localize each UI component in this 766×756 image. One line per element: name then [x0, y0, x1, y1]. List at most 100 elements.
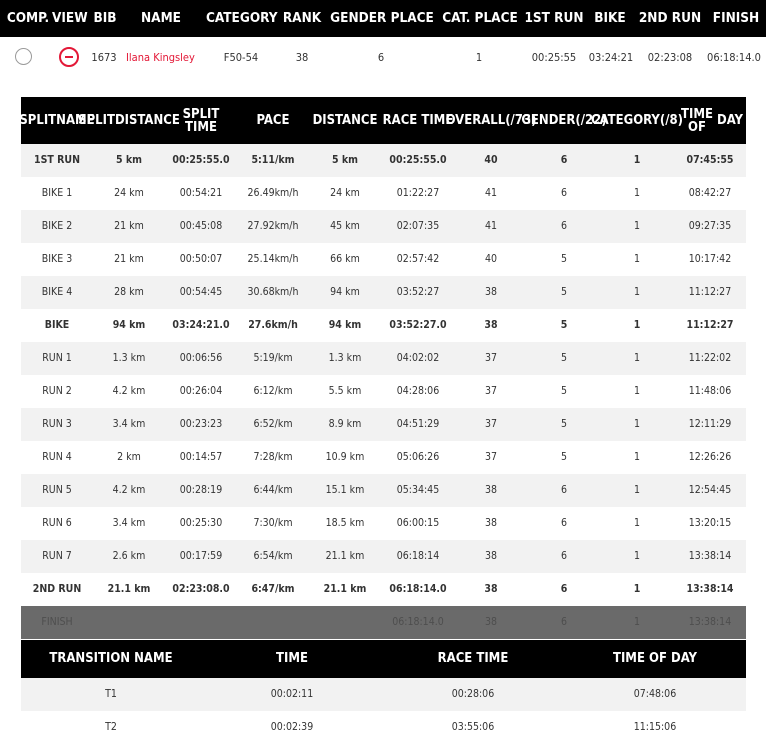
transition-time: 00:02:11	[270, 688, 314, 700]
split-name: FINISH	[41, 616, 73, 628]
split-overall: 41	[484, 187, 498, 199]
column-header-transition-time-of-day: TIME OF DAY	[612, 651, 698, 666]
split-race-time: 01:22:27	[396, 187, 440, 199]
split-distance: 5.5 km	[328, 385, 362, 397]
split-overall: 37	[484, 385, 498, 397]
split-name: BIKE 4	[41, 286, 73, 298]
column-header-name: NAME	[141, 10, 181, 26]
split-race-time: 03:52:27.0	[389, 319, 447, 331]
split-pace: 6:47/km	[251, 583, 295, 595]
split-gender: 6	[560, 517, 567, 529]
split-name: BIKE 2	[41, 220, 73, 232]
split-gender: 6	[560, 583, 568, 595]
split-pace: 27.92km/h	[247, 220, 299, 232]
athlete-bib: 1673	[91, 51, 117, 64]
split-name: BIKE 3	[41, 253, 73, 265]
split-category: 1	[633, 319, 641, 331]
split-race-time: 05:06:26	[396, 451, 440, 463]
split-split-distance: 3.4 km	[112, 517, 146, 529]
split-split-time: 00:28:19	[179, 484, 223, 496]
column-header-transition-race-time: RACE TIME	[437, 651, 509, 666]
split-gender: 5	[560, 385, 567, 397]
split-overall: 38	[484, 517, 498, 529]
split-overall: 38	[484, 286, 498, 298]
split-row: RUN 2 4.2 km 00:26:04 6:12/km 5.5 km 04:28:06…	[21, 375, 746, 408]
split-name: RUN 4	[42, 451, 72, 463]
transition-time-of-day: 11:15:06	[633, 721, 677, 733]
split-name: RUN 6	[42, 517, 72, 529]
transition-time: 00:02:39	[270, 721, 314, 733]
column-header-finish: FINISH	[712, 10, 760, 26]
split-split-time: 00:25:55.0	[172, 154, 230, 166]
split-split-distance: 24 km	[114, 187, 144, 199]
column-header-gender-place: GENDER PLACE	[330, 10, 434, 26]
split-gender: 6	[560, 616, 567, 628]
split-split-distance: 4.2 km	[112, 385, 146, 397]
transition-time-of-day: 07:48:06	[633, 688, 677, 700]
split-category: 1	[633, 385, 640, 397]
split-gender: 5	[560, 253, 567, 265]
split-name: RUN 7	[42, 550, 72, 562]
column-header-bike: BIKE	[594, 10, 626, 26]
split-time-of-day: 13:20:15	[688, 517, 732, 529]
split-gender: 6	[560, 187, 567, 199]
split-category: 1	[633, 253, 640, 265]
collapse-details-icon[interactable]	[59, 47, 79, 67]
split-split-distance: 2.6 km	[112, 550, 146, 562]
athlete-result-row[interactable]: 1673 Ilana Kingsley F50-54 38 6 1 00:25:…	[0, 37, 766, 78]
split-overall: 37	[484, 418, 498, 430]
split-category: 1	[633, 550, 640, 562]
split-row: RUN 7 2.6 km 00:17:59 6:54/km 21.1 km 06:18:1…	[21, 540, 746, 573]
split-distance: 45 km	[330, 220, 360, 232]
split-race-time: 06:18:14.0	[389, 583, 447, 595]
column-header-time-of-day: TIME OF DAY	[681, 106, 743, 135]
split-row: 1ST RUN 5 km 00:25:55.0 5:11/km 5 km 00:25:55…	[21, 144, 746, 177]
split-race-time: 04:02:02	[396, 352, 440, 364]
split-distance: 1.3 km	[328, 352, 362, 364]
transition-race-time: 00:28:06	[451, 688, 495, 700]
column-header-cat-place: CAT. PLACE	[442, 10, 518, 26]
transitions-table-header: TRANSITION NAME TIME RACE TIME TIME OF D…	[21, 640, 746, 678]
split-distance: 18.5 km	[325, 517, 365, 529]
split-row: BIKE 4 28 km 00:54:45 30.68km/h 94 km 03:52:2…	[21, 276, 746, 309]
compare-radio-button[interactable]	[15, 48, 32, 65]
split-row: RUN 5 4.2 km 00:28:19 6:44/km 15.1 km 05:34:4…	[21, 474, 746, 507]
split-name: 1ST RUN	[34, 154, 80, 166]
split-overall: 38	[484, 319, 498, 331]
split-overall: 38	[484, 550, 498, 562]
split-name: BIKE	[44, 319, 70, 331]
column-header-split-time: SPLIT TIME	[182, 106, 220, 135]
split-category: 1	[633, 451, 640, 463]
split-split-time: 00:23:23	[179, 418, 223, 430]
split-row: RUN 1 1.3 km 00:06:56 5:19/km 1.3 km 04:02:02…	[21, 342, 746, 375]
column-header-overall: OVERALL (/73)	[445, 113, 537, 128]
split-split-time: 00:50:07	[179, 253, 223, 265]
column-header-transition-time: TIME	[276, 651, 308, 666]
athlete-gender-place: 6	[377, 51, 385, 64]
split-row: RUN 3 3.4 km 00:23:23 6:52/km 8.9 km 04:51:29…	[21, 408, 746, 441]
finish-row: FINISH 06:18:14.0 38 6 1 13:38:14	[21, 606, 746, 639]
split-gender: 5	[560, 352, 567, 364]
split-pace: 27.6km/h	[248, 319, 298, 331]
split-gender: 5	[560, 319, 568, 331]
split-pace: 26.49km/h	[247, 187, 299, 199]
transition-row: T2 00:02:39 03:55:06 11:15:06	[21, 711, 746, 744]
split-overall: 37	[484, 352, 498, 364]
split-gender: 6	[560, 484, 567, 496]
split-race-time: 06:18:14	[396, 550, 440, 562]
split-row: BIKE 94 km 03:24:21.0 27.6km/h 94 km 03:52:27…	[21, 309, 746, 342]
split-distance: 66 km	[330, 253, 360, 265]
split-category: 1	[633, 352, 640, 364]
transitions-table: TRANSITION NAME TIME RACE TIME TIME OF D…	[21, 640, 746, 744]
split-name: 2ND RUN	[32, 583, 82, 595]
split-distance: 21.1 km	[325, 550, 365, 562]
split-overall: 38	[484, 583, 498, 595]
split-overall: 40	[484, 253, 498, 265]
split-pace: 7:30/km	[253, 517, 293, 529]
split-race-time: 00:25:55.0	[389, 154, 447, 166]
split-row: BIKE 3 21 km 00:50:07 25.14km/h 66 km 02:57:4…	[21, 243, 746, 276]
split-category: 1	[633, 418, 640, 430]
split-distance: 15.1 km	[325, 484, 365, 496]
split-split-distance: 2 km	[117, 451, 141, 463]
athlete-name-link[interactable]: Ilana Kingsley	[126, 37, 206, 78]
